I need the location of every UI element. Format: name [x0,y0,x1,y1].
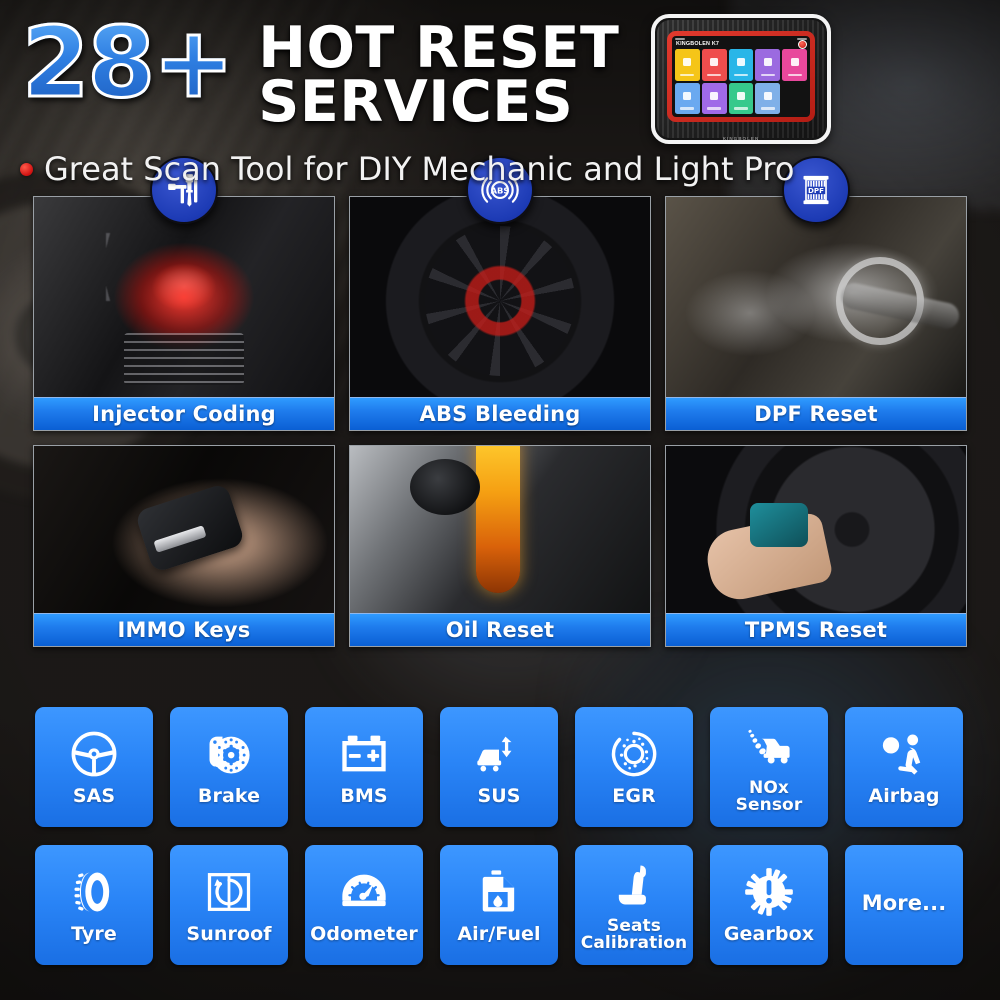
feature-card-image [350,197,650,397]
feature-card-image [34,446,334,613]
tablet-app-scan [675,49,700,81]
feature-card-label: TPMS Reset [666,613,966,646]
service-tile-odometer[interactable]: Odometer [305,845,423,965]
service-tiles-section: SAS Brake BMS SUS EGR NOx Sensor Airbag … [0,707,1000,965]
odometer-gauge-icon [338,863,390,921]
service-tile-label: EGR [612,785,656,808]
service-tile-bms[interactable]: BMS [305,707,423,827]
tablet-app-grid [672,49,810,117]
service-tile-label: Air/Fuel [457,923,541,946]
tablet-app-reset [755,49,781,81]
service-tile-air-fuel[interactable]: Air/Fuel [440,845,558,965]
car-seat-icon [608,856,660,914]
scan-tool-tablet: KINGBOLEN K7 KINGBOLEN [651,14,831,144]
feature-card-label: ABS Bleeding [350,397,650,430]
feature-card-image [666,446,966,613]
service-tile-label: Gearbox [723,923,815,946]
feature-cards-section: Injector Coding ABS ABS Bleeding DPF DPF… [0,156,1000,647]
service-tile-sunroof[interactable]: Sunroof [170,845,288,965]
feature-card-label: Injector Coding [34,397,334,430]
feature-card-abs-bleeding[interactable]: ABS ABS Bleeding [349,156,651,431]
tablet-app-update [675,82,700,114]
service-tile-sas[interactable]: SAS [35,707,153,827]
service-tile-tyre[interactable]: Tyre [35,845,153,965]
header: 28+ HOT RESET SERVICES Great Scan Tool f… [0,0,1000,200]
service-tile-label: Brake [197,785,261,808]
feature-card-image [34,197,334,397]
fuel-can-icon [473,863,525,921]
service-tile-gearbox[interactable]: Gearbox [710,845,828,965]
feature-card-immo-keys[interactable]: IMMO Keys [33,445,335,647]
headline-line-2: SERVICES [258,68,574,135]
feature-card-dpf-reset[interactable]: DPF DPF Reset [665,156,967,431]
feature-cards-row-2: IMMO Keys Oil Reset TPMS Reset [0,445,1000,647]
subtitle: Great Scan Tool for DIY Mechanic and Lig… [20,150,794,188]
feature-card-injector-coding[interactable]: Injector Coding [33,156,335,431]
tablet-app-obd [701,49,727,81]
egr-valve-icon [608,725,660,783]
page-title: HOT RESET SERVICES [258,20,619,135]
battery-icon [338,725,390,783]
feature-card-label: Oil Reset [350,613,650,646]
service-tile-label: More... [861,891,947,916]
tablet-app-file [728,82,754,114]
gear-warning-icon [743,863,795,921]
subtitle-text: Great Scan Tool for DIY Mechanic and Lig… [44,150,795,188]
brake-disc-icon [203,725,255,783]
feature-card-image [666,197,966,397]
feature-card-oil-reset[interactable]: Oil Reset [349,445,651,647]
service-tiles-row-1: SAS Brake BMS SUS EGR NOx Sensor Airbag [0,707,1000,827]
feature-card-label: IMMO Keys [34,613,334,646]
service-tile-label: SAS [72,785,116,808]
feature-card-tpms-reset[interactable]: TPMS Reset [665,445,967,647]
service-tile-nox-sensor[interactable]: NOx Sensor [710,707,828,827]
service-tile-more[interactable]: More... [845,845,963,965]
service-tile-label: NOx Sensor [735,777,803,815]
feature-card-image [350,446,650,613]
feature-cards-row-1: Injector Coding ABS ABS Bleeding DPF DPF… [0,156,1000,431]
service-tile-label: BMS [340,785,388,808]
tablet-screen: KINGBOLEN K7 [672,36,810,117]
service-tile-egr[interactable]: EGR [575,707,693,827]
service-tile-label: SUS [477,785,521,808]
service-tile-brake[interactable]: Brake [170,707,288,827]
tablet-brand-label: KINGBOLEN K7 [672,40,810,49]
service-tile-label: Odometer [310,923,418,946]
tablet-power-icon [798,40,807,49]
service-count-number: 28+ [20,6,235,119]
service-tile-label: Tyre [71,923,117,946]
service-tiles-row-2: Tyre Sunroof Odometer Air/Fuel Seats Cal… [0,845,1000,965]
tyre-icon [68,863,120,921]
steering-wheel-icon [68,725,120,783]
feature-card-label: DPF Reset [666,397,966,430]
tablet-app-repair-info [782,49,807,81]
service-tile-label: Sunroof [186,923,272,946]
nox-sensor-truck-icon [743,718,795,776]
service-tile-airbag[interactable]: Airbag [845,707,963,827]
service-tile-label: Airbag [868,785,940,808]
tablet-app-settings [755,82,781,114]
tablet-app-module [701,82,727,114]
airbag-seat-person-icon [878,725,930,783]
tablet-app-data [728,49,754,81]
bullet-dot-icon [20,162,33,176]
sunroof-icon [203,863,255,921]
suspension-car-icon [473,725,525,783]
service-tile-sus[interactable]: SUS [440,707,558,827]
service-tile-label: Seats Calibration [580,915,688,953]
service-tile-seats-calibration[interactable]: Seats Calibration [575,845,693,965]
tablet-footer-brand: KINGBOLEN [722,136,760,141]
